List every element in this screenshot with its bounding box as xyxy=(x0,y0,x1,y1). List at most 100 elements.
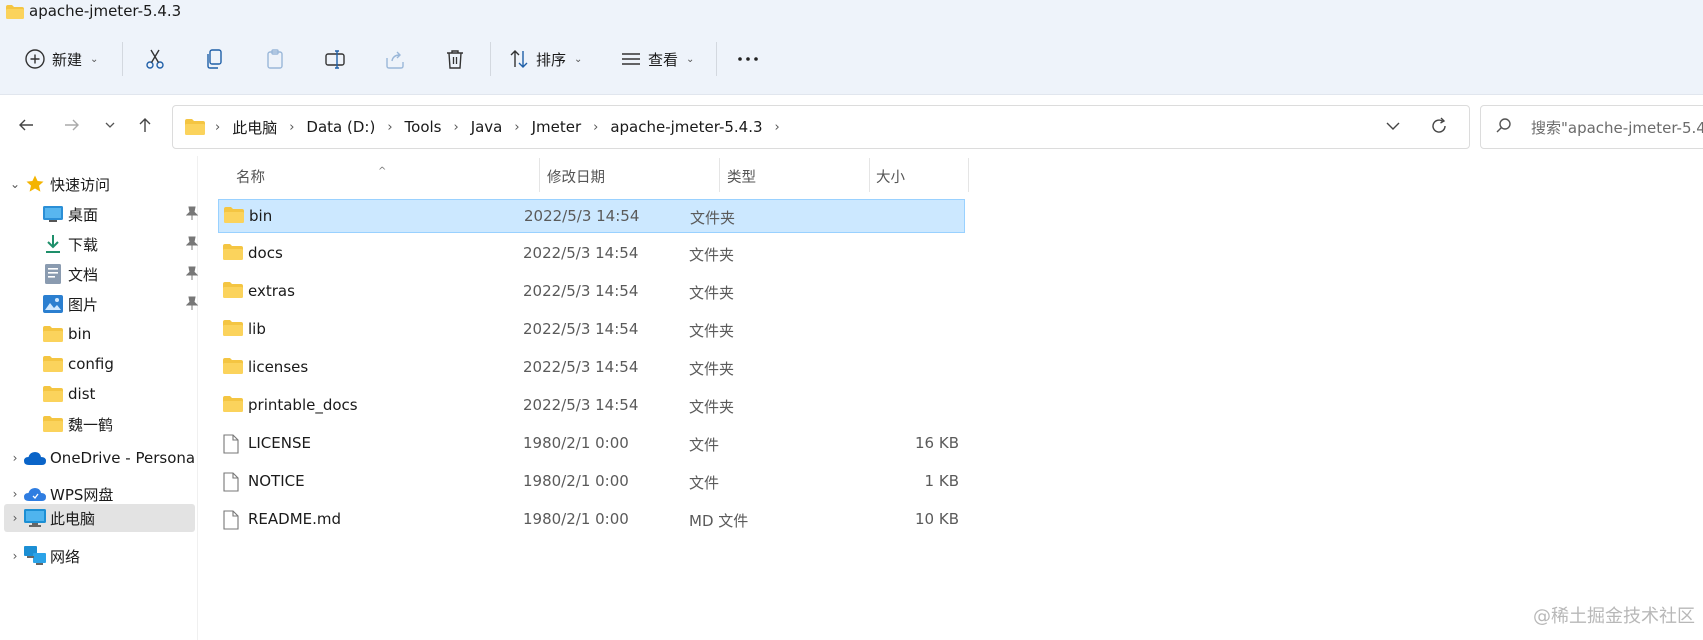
nav-network[interactable]: › 网络 xyxy=(6,542,80,570)
breadcrumb-item[interactable]: Data (D:) xyxy=(298,118,383,136)
breadcrumb-item[interactable]: apache-jmeter-5.4.3 xyxy=(602,118,770,136)
file-type: 文件夹 xyxy=(689,398,735,416)
sort-label: 排序 xyxy=(536,50,567,69)
copy-button[interactable] xyxy=(204,41,226,77)
pin-icon[interactable] xyxy=(185,206,199,224)
file-name: README.md xyxy=(248,510,342,528)
file-date: 1980/2/1 0:00 xyxy=(523,510,629,528)
nav-label: 快速访问 xyxy=(50,175,111,194)
breadcrumb-chevron-icon[interactable]: › xyxy=(510,120,523,135)
breadcrumb-chevron-icon[interactable]: › xyxy=(589,120,602,135)
breadcrumb-item[interactable]: 此电脑 xyxy=(224,117,285,138)
breadcrumb-chevron-icon[interactable]: › xyxy=(285,120,298,135)
nav-label: dist xyxy=(68,385,96,403)
table-row[interactable]: docs 2022/5/3 14:54 文件夹 xyxy=(218,237,965,271)
breadcrumb-chevron-icon[interactable]: › xyxy=(449,120,462,135)
breadcrumb-item[interactable]: Java xyxy=(463,118,511,136)
file-name: lib xyxy=(248,320,266,338)
new-button[interactable]: 新建 ⌄ xyxy=(24,41,98,77)
nav-item-dist[interactable]: dist xyxy=(24,380,95,408)
breadcrumb-chevron-icon[interactable]: › xyxy=(383,120,396,135)
nav-item-config[interactable]: config xyxy=(24,350,114,378)
table-row[interactable]: extras 2022/5/3 14:54 文件夹 xyxy=(218,275,965,309)
up-button[interactable] xyxy=(131,111,159,139)
file-size: 16 KB xyxy=(915,434,959,452)
more-dots-icon xyxy=(738,57,758,61)
nav-quick-access[interactable]: ⌄ 快速访问 xyxy=(6,170,110,198)
address-row: › 此电脑 › Data (D:) › Tools › Java › Jmete… xyxy=(0,95,1703,155)
nav-label: 文档 xyxy=(68,265,99,284)
file-icon xyxy=(223,472,239,496)
column-header-date[interactable]: 修改日期 xyxy=(547,166,605,187)
pin-icon[interactable] xyxy=(185,236,199,254)
table-row[interactable]: NOTICE 1980/2/1 0:00 文件 1 KB xyxy=(218,465,965,499)
nav-label: WPS网盘 xyxy=(50,485,114,504)
pin-icon[interactable] xyxy=(185,266,199,284)
nav-item-documents[interactable]: 文档 xyxy=(24,260,199,288)
table-row[interactable]: README.md 1980/2/1 0:00 MD 文件 10 KB xyxy=(218,503,965,537)
table-row[interactable]: printable_docs 2022/5/3 14:54 文件夹 xyxy=(218,389,965,423)
nav-item-user-folder[interactable]: 魏一鹤 xyxy=(24,410,113,438)
chevron-right-icon[interactable]: › xyxy=(6,511,24,525)
file-type: 文件夹 xyxy=(689,360,735,378)
rename-icon xyxy=(325,50,345,69)
paste-button[interactable] xyxy=(264,41,286,77)
column-divider[interactable] xyxy=(539,158,540,192)
folder-icon xyxy=(223,358,243,378)
address-bar[interactable]: › 此电脑 › Data (D:) › Tools › Java › Jmete… xyxy=(172,105,1470,149)
column-divider[interactable] xyxy=(719,158,720,192)
search-placeholder: 搜索"apache-jmeter-5.4 xyxy=(1531,119,1703,137)
folder-icon xyxy=(185,119,211,135)
sort-button[interactable]: 排序 ⌄ xyxy=(508,41,582,77)
table-row[interactable]: bin 2022/5/3 14:54 文件夹 xyxy=(218,199,965,233)
view-button[interactable]: 查看 ⌄ xyxy=(620,41,694,77)
column-header-type[interactable]: 类型 xyxy=(727,166,756,187)
table-row[interactable]: lib 2022/5/3 14:54 文件夹 xyxy=(218,313,965,347)
rename-button[interactable] xyxy=(324,41,346,77)
breadcrumb-item[interactable]: Tools xyxy=(397,118,450,136)
refresh-button[interactable] xyxy=(1429,116,1449,140)
nav-item-bin[interactable]: bin xyxy=(24,320,91,348)
folder-icon xyxy=(42,413,64,435)
chevron-right-icon[interactable]: › xyxy=(6,549,24,563)
column-divider[interactable] xyxy=(968,158,969,192)
breadcrumb: › 此电脑 › Data (D:) › Tools › Java › Jmete… xyxy=(185,106,784,148)
refresh-icon xyxy=(1432,117,1446,133)
toolbar-separator xyxy=(122,42,123,76)
nav-item-downloads[interactable]: 下载 xyxy=(24,230,199,258)
nav-item-desktop[interactable]: 桌面 xyxy=(24,200,199,228)
file-name: docs xyxy=(248,244,283,262)
nav-this-pc[interactable]: › 此电脑 xyxy=(4,504,195,532)
chevron-down-icon[interactable]: ⌄ xyxy=(6,177,24,191)
column-header-name[interactable]: 名称 xyxy=(236,166,265,187)
pictures-icon xyxy=(42,293,64,315)
file-type: 文件 xyxy=(689,436,720,454)
column-divider[interactable] xyxy=(869,158,870,192)
breadcrumb-chevron-icon[interactable]: › xyxy=(211,120,224,135)
nav-label: 魏一鹤 xyxy=(68,415,114,434)
breadcrumb-item[interactable]: Jmeter xyxy=(524,118,590,136)
file-type: 文件夹 xyxy=(689,246,735,264)
delete-button[interactable] xyxy=(444,41,466,77)
nav-label: 此电脑 xyxy=(50,509,96,528)
forward-button[interactable] xyxy=(58,111,86,139)
chevron-right-icon[interactable]: › xyxy=(6,487,24,501)
nav-onedrive[interactable]: › OneDrive - Persona xyxy=(6,444,195,472)
more-options-button[interactable] xyxy=(736,41,760,77)
share-button[interactable] xyxy=(384,41,406,77)
pin-icon[interactable] xyxy=(185,296,199,314)
nav-label: bin xyxy=(68,325,92,343)
file-date: 2022/5/3 14:54 xyxy=(523,282,639,300)
address-history-button[interactable] xyxy=(1383,116,1403,140)
search-box[interactable]: 搜索"apache-jmeter-5.4 xyxy=(1480,105,1703,149)
cut-button[interactable] xyxy=(144,41,166,77)
recent-locations-button[interactable] xyxy=(96,111,124,139)
back-button[interactable] xyxy=(12,111,40,139)
column-header-size[interactable]: 大小 xyxy=(876,166,905,187)
table-row[interactable]: licenses 2022/5/3 14:54 文件夹 xyxy=(218,351,965,385)
breadcrumb-chevron-icon[interactable]: › xyxy=(771,120,784,135)
nav-item-pictures[interactable]: 图片 xyxy=(24,290,199,318)
chevron-right-icon[interactable]: › xyxy=(6,451,24,465)
document-icon xyxy=(42,263,64,285)
table-row[interactable]: LICENSE 1980/2/1 0:00 文件 16 KB xyxy=(218,427,965,461)
